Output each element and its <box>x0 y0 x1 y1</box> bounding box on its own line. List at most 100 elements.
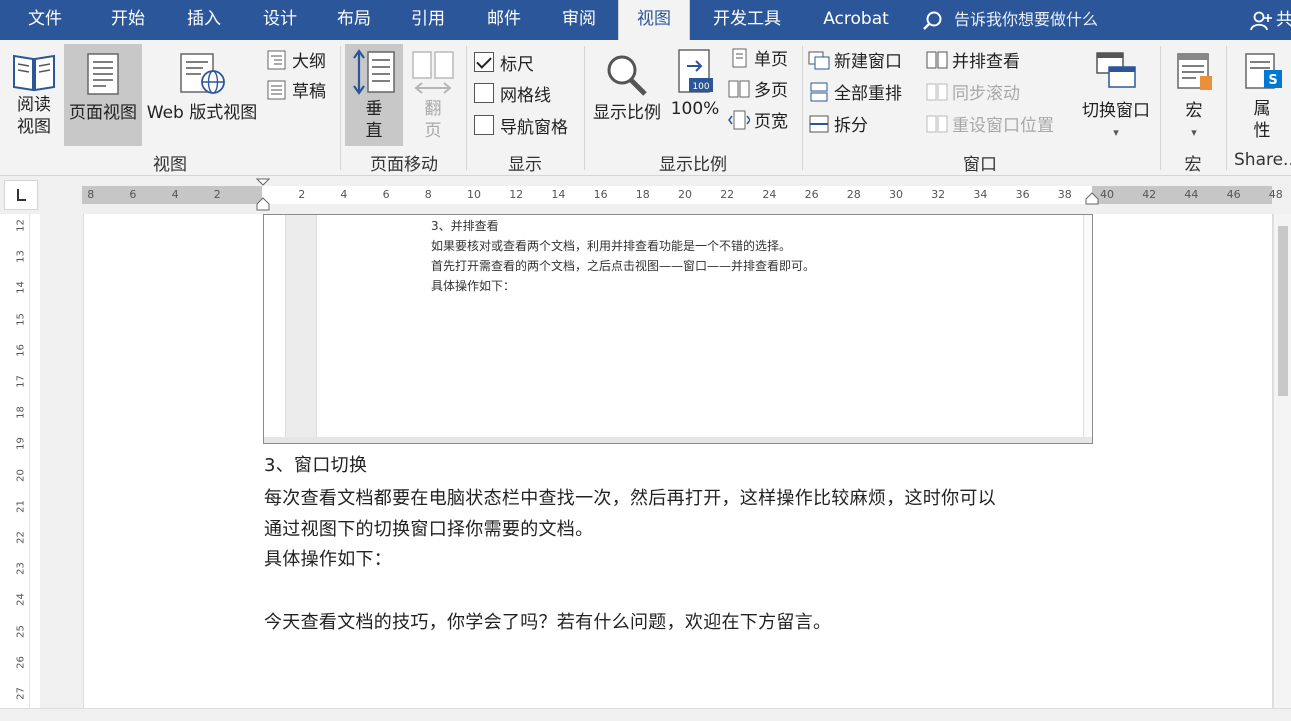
horizontal-ruler[interactable]: 8 6 4 2 2 4 6 8 10 12 14 16 18 20 22 24 26 28 30 32 34 36 38 40… <box>82 178 1283 211</box>
search-icon <box>923 11 942 30</box>
switch-windows-button[interactable]: 切换窗口 ▾ <box>1076 44 1156 146</box>
scrollbar-thumb[interactable] <box>1278 226 1288 396</box>
read-mode-label-1: 阅读 <box>17 95 51 115</box>
arrange-all-button[interactable]: 全部重排 <box>808 80 902 108</box>
side-by-side-label: 并排查看 <box>952 52 1020 72</box>
macro-icon <box>1177 53 1212 90</box>
outline-button[interactable]: 大纲 <box>266 48 326 76</box>
one-page-button[interactable]: 单页 <box>728 46 788 74</box>
side-by-side-icon <box>926 51 948 69</box>
tab-selector[interactable] <box>4 180 38 210</box>
draft-button[interactable]: 草稿 <box>266 78 326 106</box>
ruler-checkbox[interactable] <box>474 52 494 72</box>
nav-pane-checkbox[interactable] <box>474 115 494 135</box>
reset-window-button[interactable]: 重设窗口位置 <box>926 112 1054 140</box>
side-to-side-icon <box>412 51 454 94</box>
ruler-tick-label: 6 <box>129 188 137 201</box>
embedded-line: 首先打开需查看的两个文档，之后点击视图——窗口——并排查看即可。 <box>431 259 816 273</box>
switch-windows-label: 切换窗口 <box>1082 101 1150 121</box>
page-move-group-label: 页面移动 <box>370 155 438 175</box>
zoom-100-button[interactable]: 100 100% <box>668 44 722 146</box>
side-by-side-button[interactable]: 并排查看 <box>926 48 1020 76</box>
left-tab-icon <box>17 189 26 201</box>
tab-home[interactable]: 开始 <box>92 0 164 40</box>
reset-window-icon <box>926 115 948 133</box>
multi-page-button[interactable]: 多页 <box>728 77 788 105</box>
vertical-ruler-tick: 18 <box>15 406 27 420</box>
gridlines-checkbox[interactable] <box>474 83 494 103</box>
vertical-label-1: 垂 <box>365 99 383 119</box>
svg-text:S: S <box>1268 73 1277 88</box>
tab-developer[interactable]: 开发工具 <box>694 0 800 40</box>
side-to-side-button[interactable]: 翻 页 <box>405 44 461 146</box>
tab-file[interactable]: 文件 <box>12 0 78 40</box>
right-indent-marker-icon[interactable] <box>1085 192 1099 206</box>
vertical-ruler[interactable]: 12 13 14 15 16 17 18 19 20 21 22 23 24 25 26 27 <box>12 214 30 721</box>
ruler-tick-label: 10 <box>467 188 481 201</box>
ruler-tick-label: 46 <box>1226 188 1241 201</box>
ribbon-tab-bar: 文件 开始 插入 设计 布局 引用 邮件 审阅 视图 开发工具 Acrobat … <box>0 0 1291 40</box>
print-layout-button[interactable]: 页面视图 <box>64 44 142 146</box>
tell-me-box[interactable]: 告诉我你想要做什么 <box>922 0 1098 40</box>
tab-mailings[interactable]: 邮件 <box>468 0 540 40</box>
macro-group-label: 宏 <box>1184 155 1202 175</box>
indent-marker-icon[interactable] <box>256 178 270 212</box>
section-heading: 3、窗口切换 <box>264 455 368 476</box>
ruler-tick-label: 4 <box>171 188 179 201</box>
zoom-100-label: 100% <box>670 99 720 119</box>
vertical-ruler-tick: 25 <box>15 624 27 638</box>
new-window-button[interactable]: 新建窗口 <box>808 48 902 76</box>
web-page-icon <box>180 53 225 94</box>
macros-button[interactable]: 宏 ▾ <box>1164 44 1224 146</box>
sync-scroll-button[interactable]: 同步滚动 <box>926 80 1020 108</box>
web-layout-button[interactable]: Web 版式视图 <box>143 44 261 146</box>
ruler-tick-label: 2 <box>298 188 306 201</box>
magnifier-icon <box>607 55 647 96</box>
side-to-side-label-1: 翻 <box>424 99 442 119</box>
arrange-all-icon <box>810 82 828 102</box>
arrange-all-label: 全部重排 <box>834 84 902 104</box>
tab-design[interactable]: 设计 <box>244 0 316 40</box>
tab-review[interactable]: 审阅 <box>542 0 616 40</box>
vertical-ruler-tick: 17 <box>15 375 27 388</box>
nav-pane-label: 导航窗格 <box>500 118 568 138</box>
ruler-tick-label: 6 <box>382 188 390 201</box>
ruler-tick-label: 4 <box>340 188 348 201</box>
ruler-tick-label: 28 <box>846 188 861 201</box>
macros-label: 宏 <box>1185 101 1203 121</box>
person-add-icon <box>1250 11 1272 31</box>
vertical-ruler-tick: 27 <box>15 687 27 700</box>
paragraph-line: 今天查看文档的技巧，你学会了吗？若有什么问题，欢迎在下方留言。 <box>264 612 832 633</box>
split-button[interactable]: 拆分 <box>808 112 868 140</box>
share-label: 共 <box>1276 10 1291 30</box>
ruler-label: 标尺 <box>500 55 534 75</box>
tab-layout[interactable]: 布局 <box>320 0 388 40</box>
view-group-label: 视图 <box>153 155 187 175</box>
vertical-ruler-tick: 20 <box>15 468 27 482</box>
vertical-ruler-tick: 12 <box>15 219 27 232</box>
vertical-ruler-tick: 23 <box>15 562 27 576</box>
embedded-left-pane <box>264 215 286 443</box>
embedded-scrollbar <box>264 437 1092 443</box>
vertical-button[interactable]: 垂 直 <box>345 44 403 146</box>
vertical-ruler-tick: 22 <box>15 531 27 544</box>
share-button[interactable]: 共 <box>1250 0 1291 40</box>
ruler-tick-label: 24 <box>762 188 777 201</box>
ruler-tick-label: 8 <box>424 188 432 201</box>
tab-references[interactable]: 引用 <box>392 0 464 40</box>
tab-view[interactable]: 视图 <box>618 0 690 40</box>
tab-insert[interactable]: 插入 <box>168 0 240 40</box>
page-width-button[interactable]: 页宽 <box>728 108 788 136</box>
left-margin-area <box>40 214 83 721</box>
read-mode-button[interactable]: 阅读 视图 <box>6 46 62 146</box>
switch-windows-icon <box>1096 52 1136 88</box>
properties-button[interactable]: S 属 性 <box>1234 44 1290 146</box>
ruler-tick-label: 30 <box>889 188 903 201</box>
multi-page-icon <box>728 80 750 98</box>
zoom-button[interactable]: 显示比例 <box>588 44 666 146</box>
vertical-ruler-tick: 15 <box>15 312 27 326</box>
tab-acrobat[interactable]: Acrobat <box>806 0 906 40</box>
paragraph-line: 具体操作如下： <box>264 549 393 570</box>
ruler-tick-label: 42 <box>1142 188 1157 201</box>
vertical-scrollbar[interactable] <box>1273 214 1291 721</box>
